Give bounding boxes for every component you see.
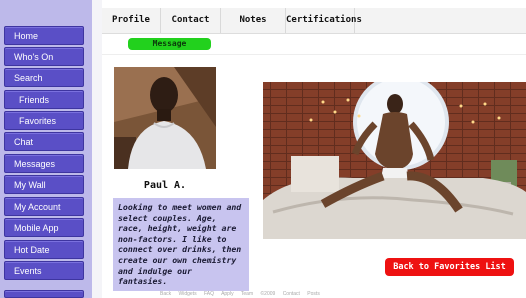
sidebar-item-friends[interactable]: Friends xyxy=(4,90,84,109)
sidebar-item-whos-on[interactable]: Who's On xyxy=(4,47,84,66)
avatar-image xyxy=(114,67,216,169)
content-gutter xyxy=(92,0,102,298)
footer-links[interactable]: Back Widgets FAQ Apply Team ©2009 Contac… xyxy=(160,291,400,298)
sidebar-item-home[interactable]: Home xyxy=(4,26,84,45)
tab-contact[interactable]: Contact xyxy=(161,8,221,33)
back-to-favorites-button[interactable]: Back to Favorites List xyxy=(385,258,514,276)
sidebar-item-my-wall[interactable]: My Wall xyxy=(4,175,84,194)
profile-name: Paul A. xyxy=(143,180,187,191)
tab-profile[interactable]: Profile xyxy=(102,8,161,33)
sidebar-item-partial[interactable] xyxy=(4,290,84,298)
sidebar-nav: Home Who's On Search Friends Favorites C… xyxy=(0,0,92,298)
divider xyxy=(102,54,526,55)
avatar[interactable] xyxy=(114,67,216,169)
sidebar-item-my-account[interactable]: My Account xyxy=(4,197,84,216)
tab-certifications[interactable]: Certifications xyxy=(286,8,362,33)
sidebar-item-chat[interactable]: Chat xyxy=(4,132,84,151)
sidebar-item-messages[interactable]: Messages xyxy=(4,154,84,173)
sidebar-item-favorites[interactable]: Favorites xyxy=(4,111,84,130)
sidebar-item-events[interactable]: Events xyxy=(4,261,84,280)
profile-bio: Looking to meet women and select couples… xyxy=(113,198,249,291)
sidebar-item-hot-date[interactable]: Hot Date xyxy=(4,240,84,259)
message-button[interactable]: Message xyxy=(128,38,211,50)
profile-tabs: Profile Contact Notes Certifications xyxy=(102,8,526,34)
sidebar-item-mobile-app[interactable]: Mobile App xyxy=(4,218,84,237)
profile-photo-image xyxy=(263,82,526,239)
profile-photo[interactable] xyxy=(263,82,526,239)
sidebar-item-search[interactable]: Search xyxy=(4,68,84,87)
tab-notes[interactable]: Notes xyxy=(221,8,286,33)
